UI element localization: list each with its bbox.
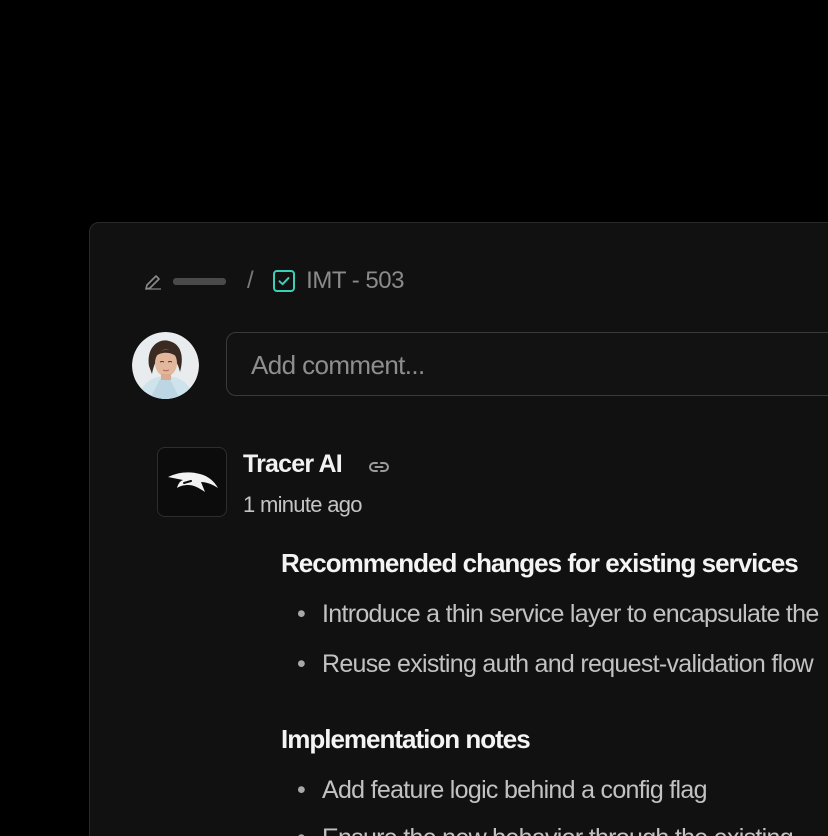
- comment-box[interactable]: [226, 332, 828, 397]
- bullet-dot: •: [297, 824, 322, 836]
- screen: / IMT - 503 Add comment... Tracer AI 1 m…: [0, 0, 828, 836]
- project-name-redacted[interactable]: [173, 277, 226, 285]
- author-name[interactable]: Tracer AI: [243, 450, 343, 479]
- link-icon[interactable]: [367, 456, 391, 478]
- section-heading: Recommended changes for existing service…: [281, 548, 799, 578]
- comment-timestamp: 1 minute ago: [243, 492, 363, 517]
- list-item: •Ensure the new behavior through the exi…: [297, 824, 794, 836]
- breadcrumb-separator: /: [247, 267, 254, 294]
- avatar[interactable]: [132, 332, 199, 399]
- list-item: • Reuse existing auth and request-validat…: [297, 650, 814, 679]
- task-check-icon: [272, 269, 296, 293]
- tracer-logo-icon: [157, 447, 227, 517]
- bullet-dot: •: [297, 600, 306, 628]
- breadcrumb: / IMT - 503: [143, 264, 404, 298]
- list-item-text: Add feature logic behind a config flag: [322, 776, 708, 804]
- section-heading: Implementation notes: [281, 724, 531, 754]
- bullet-dot: •: [297, 650, 306, 678]
- pencil-icon[interactable]: [143, 271, 163, 291]
- list-item-text: Introduce a thin service layer to encaps…: [322, 600, 819, 628]
- list-item: • Introduce a thin service layer to encap…: [297, 600, 819, 629]
- list-item-text: Ensure the new behavior through the exis…: [322, 824, 794, 836]
- list-item-text: Reuse existing auth and request-validati…: [322, 650, 814, 678]
- bullet-dot: •: [297, 776, 306, 804]
- comment-input[interactable]: [249, 333, 813, 397]
- list-item: • Add feature logic behind a config flag: [297, 776, 708, 805]
- issue-id[interactable]: IMT - 503: [306, 267, 404, 295]
